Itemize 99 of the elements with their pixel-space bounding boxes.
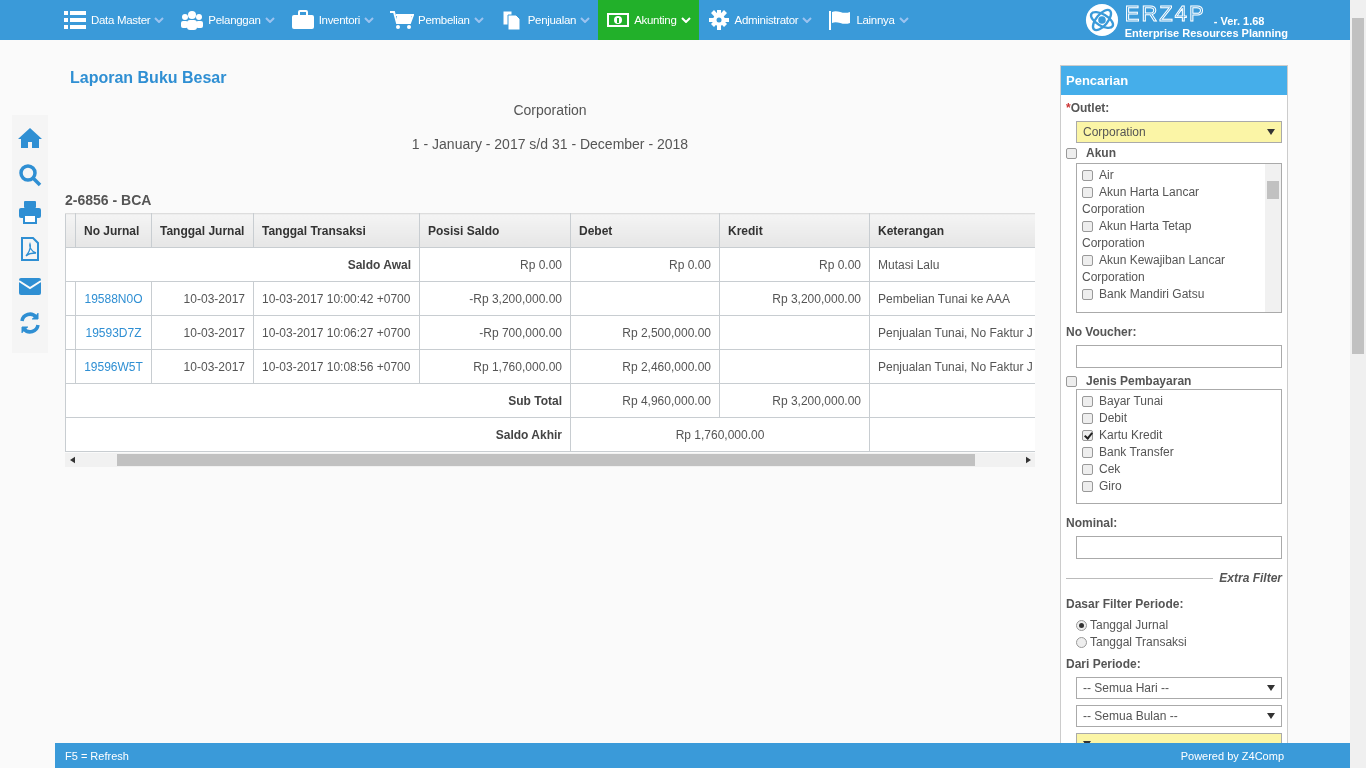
radio-option[interactable]: Tanggal Jurnal <box>1076 617 1282 634</box>
gear-icon <box>706 10 731 30</box>
table-cell: 10-03-2017 <box>151 281 254 316</box>
checkbox-item[interactable]: Akun Harta Lancar Corporation <box>1082 184 1252 218</box>
column-header: No Jurnal <box>75 213 152 248</box>
outlet-select[interactable]: Corporation <box>1076 121 1282 143</box>
checkbox-item[interactable]: Cek <box>1082 461 1252 478</box>
list-icon <box>63 10 87 30</box>
footer-hint: F5 = Refresh <box>65 749 129 762</box>
chevron-icon <box>580 17 591 23</box>
home-icon[interactable] <box>18 126 42 150</box>
field-label: *Outlet: <box>1066 101 1111 115</box>
checkbox-item[interactable]: Bayar Tunai <box>1082 393 1252 410</box>
row-label: Saldo Awal <box>65 247 420 282</box>
money-icon <box>606 10 631 30</box>
checkbox-item[interactable]: Air <box>1082 167 1252 184</box>
column-header: Debet <box>570 213 720 248</box>
page-title: Laporan Buku Besar <box>70 69 228 87</box>
scroll-left-icon[interactable] <box>69 456 75 464</box>
table-cell: 10-03-2017 10:00:42 +0700 <box>253 281 420 316</box>
field-label: Dari Periode: <box>1066 657 1142 671</box>
row-label: Saldo Akhir <box>65 417 571 452</box>
checkbox-item[interactable]: Bank Transfer <box>1082 444 1252 461</box>
list-scrollbar[interactable] <box>1265 164 1281 312</box>
table-cell: 10-03-2017 <box>151 349 254 384</box>
brand-name: ERZ4P <box>1124 1 1206 27</box>
row-label: Sub Total <box>65 383 571 418</box>
cart-icon <box>390 10 415 30</box>
period-select[interactable]: -- Semua Bulan -- <box>1076 705 1282 727</box>
chevron-icon <box>898 17 909 23</box>
checkbox-item[interactable]: Akun Harta Tetap Corporation <box>1082 218 1252 252</box>
checkbox-item[interactable]: Debit <box>1082 410 1252 427</box>
column-header: Tanggal Transaksi <box>253 213 420 248</box>
payment-list[interactable]: Bayar Tunai Debit Kartu Kredit Bank Transfer Cek Giro <box>1076 389 1282 504</box>
chevron-icon <box>802 17 813 23</box>
field-label: No Voucher: <box>1066 325 1138 339</box>
table-cell: Rp 3,200,000.00 <box>719 383 870 418</box>
table-cell: -Rp 3,200,000.00 <box>419 281 571 316</box>
caret-icon <box>1267 129 1275 135</box>
table-cell: Rp 0.00 <box>570 247 720 282</box>
page-scrollbar[interactable] <box>1350 0 1366 768</box>
column-header: Posisi Saldo <box>419 213 571 248</box>
checkbox-item[interactable]: Kartu Kredit <box>1082 427 1252 444</box>
table-cell: Rp 2,460,000.00 <box>570 349 720 384</box>
chevron-icon <box>264 17 275 23</box>
table-cell: Pembelian Tunai ke AAA <box>869 281 1035 316</box>
table-cell: Rp 1,760,000.00 <box>419 349 571 384</box>
scroll-right-icon[interactable] <box>1025 456 1031 464</box>
footer-credit: Powered by Z4Comp <box>1180 749 1284 762</box>
users-icon <box>180 10 205 30</box>
print-icon[interactable] <box>18 200 42 224</box>
table-cell: Rp 0.00 <box>719 247 870 282</box>
table-cell: -Rp 700,000.00 <box>419 315 571 350</box>
field-label: Dasar Filter Periode: <box>1066 597 1185 611</box>
chevron-icon <box>364 17 375 23</box>
chevron-icon <box>154 17 165 23</box>
table-cell: Rp 2,500,000.00 <box>570 315 720 350</box>
account-list[interactable]: Air Akun Harta Lancar Corporation Akun Harta Tetap Corporation Akun Kewajiban Lancar Corporation Bank Mandiri Gatsu <box>1076 163 1282 313</box>
table-cell: Rp 3,200,000.00 <box>719 281 870 316</box>
caret-icon <box>1267 713 1275 719</box>
logo-icon <box>1084 3 1119 37</box>
table-cell: Rp 0.00 <box>419 247 571 282</box>
report-period: 1 - January - 2017 s/d 31 - December - 2018 <box>410 136 690 152</box>
column-header: Tanggal Jurnal <box>151 213 254 248</box>
table-cell: Penjualan Tunai, No Faktur J <box>869 315 1035 350</box>
company-name: Corporation <box>512 102 588 118</box>
table-cell: 10-03-2017 10:08:56 +0700 <box>253 349 420 384</box>
akun-checkbox[interactable]: Akun <box>1066 146 1282 160</box>
chevron-icon <box>473 17 484 23</box>
voucher-field[interactable] <box>1076 345 1282 368</box>
checkbox-item[interactable]: Giro <box>1082 478 1252 495</box>
horizontal-scrollbar[interactable] <box>65 453 1035 467</box>
account-title: 2-6856 - BCA <box>65 192 153 208</box>
field-label: Nominal: <box>1066 516 1119 530</box>
table-cell: Mutasi Lalu <box>869 247 1035 282</box>
caret-icon <box>1267 685 1275 691</box>
checkbox-item[interactable]: Akun Kewajiban Lancar Corporation <box>1082 252 1252 286</box>
panel-title: Pencarian <box>1061 66 1287 95</box>
nominal-field[interactable] <box>1076 536 1282 559</box>
table-cell: Penjualan Tunai, No Faktur J <box>869 349 1035 384</box>
radio-option[interactable]: Tanggal Transaksi <box>1076 634 1282 651</box>
search-icon[interactable] <box>18 163 42 187</box>
section-label: Extra Filter <box>1219 571 1282 585</box>
column-header: Kredit <box>719 213 870 248</box>
column-header: Keterangan <box>869 213 1035 248</box>
table-cell: Rp 4,960,000.00 <box>570 383 720 418</box>
table-cell: Rp 1,760,000.00 <box>570 417 870 452</box>
period-select[interactable]: -- Semua Hari -- <box>1076 677 1282 699</box>
pdf-file-icon[interactable] <box>18 237 42 261</box>
briefcase-icon <box>290 10 315 30</box>
refresh-icon[interactable] <box>18 311 42 335</box>
chevron-icon <box>680 17 691 23</box>
version-label: - Ver. 1.68 <box>1213 15 1265 27</box>
brand-tagline: Enterprise Resources Planning <box>1124 27 1288 39</box>
checkbox-item[interactable]: Bank Mandiri Gatsu <box>1082 286 1252 303</box>
flag-icon <box>828 10 853 30</box>
table-cell: 10-03-2017 <box>151 315 254 350</box>
table-cell: 10-03-2017 10:06:27 +0700 <box>253 315 420 350</box>
payment-type-checkbox[interactable]: Jenis Pembayaran <box>1066 374 1282 388</box>
